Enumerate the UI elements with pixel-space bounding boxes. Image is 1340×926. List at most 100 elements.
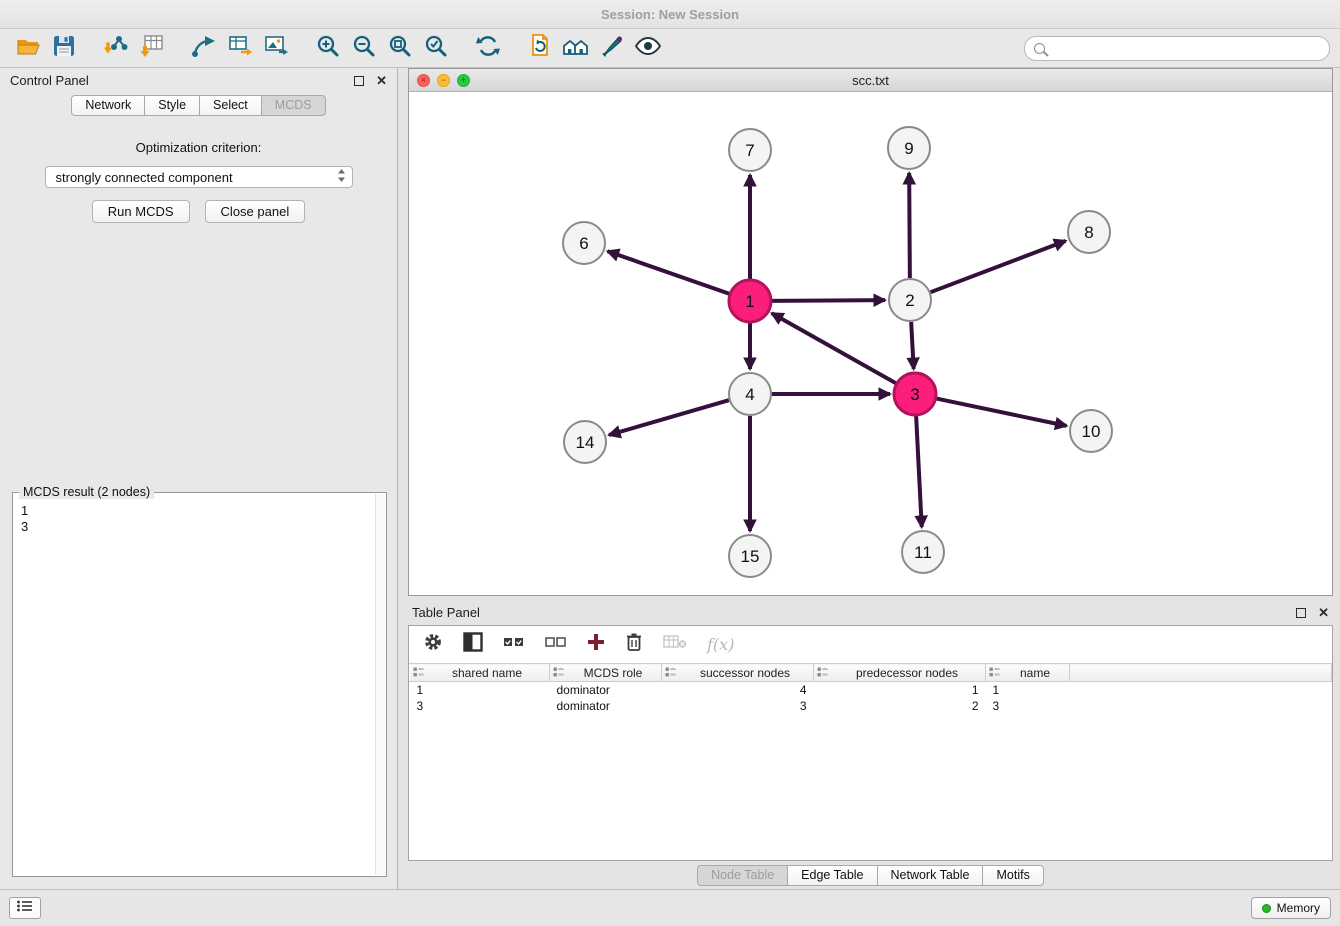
window-close-icon[interactable]: × bbox=[417, 74, 430, 87]
tab-select[interactable]: Select bbox=[199, 95, 262, 116]
import-table-button[interactable] bbox=[134, 33, 170, 63]
graph-node-10[interactable]: 10 bbox=[1070, 410, 1112, 452]
graph-edge-2-8[interactable] bbox=[931, 241, 1066, 292]
memory-button[interactable]: Memory bbox=[1251, 897, 1331, 919]
table-cell[interactable]: 4 bbox=[662, 682, 814, 699]
graph-node-8[interactable]: 8 bbox=[1068, 211, 1110, 253]
mcds-result-list: 13 bbox=[13, 493, 386, 539]
zoom-fit-button[interactable] bbox=[382, 33, 418, 63]
graph-node-6[interactable]: 6 bbox=[563, 222, 605, 264]
table-cell[interactable]: dominator bbox=[550, 698, 662, 714]
search-input[interactable] bbox=[1051, 40, 1320, 57]
import-network-button[interactable] bbox=[98, 33, 134, 63]
table-cell[interactable]: 3 bbox=[662, 698, 814, 714]
run-mcds-button[interactable]: Run MCDS bbox=[92, 200, 190, 223]
export-image-button[interactable] bbox=[258, 33, 294, 63]
graph-edge-1-2[interactable] bbox=[772, 300, 885, 301]
column-header-mcds-role[interactable]: MCDS role bbox=[550, 664, 662, 682]
trash-icon bbox=[625, 632, 643, 657]
column-header-successor-nodes[interactable]: successor nodes bbox=[662, 664, 814, 682]
column-header-predecessor-nodes[interactable]: predecessor nodes bbox=[814, 664, 986, 682]
table-row[interactable]: 1dominator411 bbox=[410, 682, 1332, 699]
control-panel-header: Control Panel ✕ bbox=[0, 68, 397, 93]
graph-node-15[interactable]: 15 bbox=[729, 535, 771, 577]
graph-node-9[interactable]: 9 bbox=[888, 127, 930, 169]
close-panel-button[interactable]: Close panel bbox=[205, 200, 306, 223]
close-table-panel-icon[interactable]: ✕ bbox=[1318, 606, 1329, 619]
graph-node-label: 11 bbox=[914, 543, 932, 562]
first-neighbors-button[interactable] bbox=[558, 33, 594, 63]
optimization-select[interactable]: strongly connected component bbox=[45, 166, 353, 188]
table-cell[interactable]: 1 bbox=[986, 682, 1070, 699]
table-tab-network-table[interactable]: Network Table bbox=[877, 865, 984, 886]
column-header-name[interactable]: name bbox=[986, 664, 1070, 682]
close-panel-icon[interactable]: ✕ bbox=[376, 74, 387, 87]
float-panel-icon[interactable] bbox=[354, 76, 364, 86]
network-canvas[interactable]: 7 9 6 8 1 2 4 3 14 10 15 11 bbox=[409, 92, 1332, 595]
graph-edge-2-9[interactable] bbox=[909, 173, 910, 278]
delete-column-button[interactable] bbox=[625, 632, 643, 658]
show-column-button[interactable] bbox=[463, 632, 483, 658]
save-floppy-icon bbox=[52, 34, 76, 63]
zoom-selected-button[interactable] bbox=[418, 33, 454, 63]
refresh-button[interactable] bbox=[470, 33, 506, 63]
graph-node-label: 4 bbox=[745, 385, 754, 404]
table-cell[interactable]: dominator bbox=[550, 682, 662, 699]
column-header-shared-name[interactable]: shared name bbox=[410, 664, 550, 682]
tab-network[interactable]: Network bbox=[71, 95, 145, 116]
export-network-button[interactable] bbox=[186, 33, 222, 63]
graph-node-1[interactable]: 1 bbox=[729, 280, 771, 322]
deselect-all-columns-button[interactable] bbox=[545, 632, 567, 658]
table-cell[interactable]: 3 bbox=[986, 698, 1070, 714]
tab-mcds[interactable]: MCDS bbox=[261, 95, 326, 116]
table-tab-motifs[interactable]: Motifs bbox=[982, 865, 1043, 886]
graph-node-2[interactable]: 2 bbox=[889, 279, 931, 321]
table-tab-node-table[interactable]: Node Table bbox=[697, 865, 788, 886]
optimization-label: Optimization criterion: bbox=[0, 140, 397, 155]
clone-network-button[interactable] bbox=[522, 33, 558, 63]
memory-button-label: Memory bbox=[1277, 901, 1320, 915]
table-cell[interactable]: 3 bbox=[410, 698, 550, 714]
float-table-panel-icon[interactable] bbox=[1296, 608, 1306, 618]
zoom-in-button[interactable] bbox=[310, 33, 346, 63]
graph-edge-1-6[interactable] bbox=[608, 251, 730, 293]
graph-node-7[interactable]: 7 bbox=[729, 129, 771, 171]
export-table-button[interactable] bbox=[222, 33, 258, 63]
zoom-out-button[interactable] bbox=[346, 33, 382, 63]
graph-edge-3-10[interactable] bbox=[937, 399, 1067, 426]
sort-icon bbox=[553, 667, 564, 678]
graph-node-11[interactable]: 11 bbox=[902, 531, 944, 573]
table-panel-title: Table Panel bbox=[412, 605, 480, 620]
show-hide-button[interactable] bbox=[630, 33, 666, 63]
graph-node-label: 7 bbox=[745, 141, 754, 160]
result-scrollbar[interactable] bbox=[375, 494, 385, 875]
graph-edge-2-3[interactable] bbox=[911, 322, 914, 369]
status-menu-button[interactable] bbox=[9, 897, 41, 919]
create-column-button[interactable] bbox=[587, 632, 605, 658]
select-all-columns-button[interactable] bbox=[503, 632, 525, 658]
window-zoom-icon[interactable]: + bbox=[457, 74, 470, 87]
graph-node-14[interactable]: 14 bbox=[564, 421, 606, 463]
table-cell[interactable]: 1 bbox=[814, 682, 986, 699]
table-settings-button[interactable] bbox=[423, 632, 443, 658]
graph-node-label: 14 bbox=[576, 433, 595, 452]
table-container: f(x) shared nameMCDS rolesuccessor nodes… bbox=[408, 625, 1333, 861]
save-session-button[interactable] bbox=[46, 33, 82, 63]
open-session-button[interactable] bbox=[10, 33, 46, 63]
table-cell[interactable]: 1 bbox=[410, 682, 550, 699]
graph-node-4[interactable]: 4 bbox=[729, 373, 771, 415]
graph-node-label: 15 bbox=[741, 547, 760, 566]
window-minimize-icon[interactable]: − bbox=[437, 74, 450, 87]
tab-style[interactable]: Style bbox=[144, 95, 200, 116]
table-cell[interactable]: 2 bbox=[814, 698, 986, 714]
table-panel: Table Panel ✕ f(x) bbox=[408, 600, 1333, 889]
graph-edge-3-11[interactable] bbox=[916, 416, 922, 527]
plus-icon bbox=[587, 633, 605, 656]
table-tab-edge-table[interactable]: Edge Table bbox=[787, 865, 877, 886]
graph-node-3[interactable]: 3 bbox=[894, 373, 936, 415]
graph-edge-4-14[interactable] bbox=[609, 400, 729, 435]
table-cell-empty bbox=[1070, 698, 1332, 714]
table-row[interactable]: 3dominator323 bbox=[410, 698, 1332, 714]
apply-style-button[interactable] bbox=[594, 33, 630, 63]
graph-edge-3-1[interactable] bbox=[772, 313, 896, 383]
